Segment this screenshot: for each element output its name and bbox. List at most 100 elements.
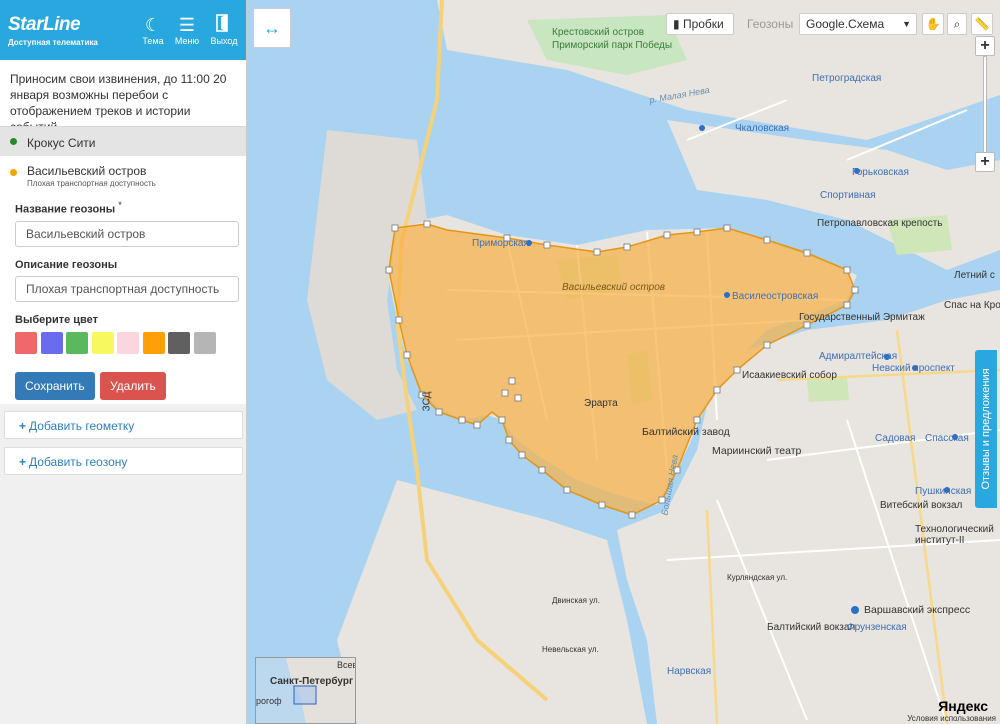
- map-label-dvinskaya: Двинская ул.: [552, 596, 600, 605]
- delete-button[interactable]: Удалить: [99, 371, 166, 400]
- map-label-tech-inst: Технологический институт-II: [915, 524, 994, 546]
- feedback-tab[interactable]: Отзывы и предложения: [975, 350, 997, 508]
- minimap-label-rogof: рогоф: [256, 696, 282, 706]
- plus-icon: +: [19, 419, 27, 433]
- map-label-baltic-plant: Балтийский завод: [642, 426, 730, 438]
- plus-icon: +: [980, 37, 990, 54]
- map-label-baltiysky: Балтийский вокзал: [767, 622, 856, 633]
- map-label-frunzenskaya: Фрунзенская: [847, 622, 907, 633]
- exit-label: Выход: [210, 36, 238, 46]
- minimap-label: Санкт-Петербург: [270, 676, 354, 687]
- geozone-edit-panel: Васильевский остров Плохая транспортная …: [0, 156, 246, 404]
- map-type-select[interactable]: Google.Схема ▼: [799, 13, 917, 35]
- starline-logo[interactable]: StarLine: [8, 14, 81, 36]
- maintenance-notice: Приносим свои извинения, до 11:00 20 янв…: [0, 60, 246, 134]
- map-label-varshavsky: Варшавский экспресс: [864, 604, 971, 616]
- zoom-in-button[interactable]: +: [975, 152, 995, 172]
- geozone-color-dot: [10, 138, 17, 145]
- map-label-spas: Спас на Крови: [944, 300, 1000, 311]
- dropdown-arrow-icon: ▼: [902, 19, 911, 29]
- map-label-nevsky: Невский проспект: [872, 363, 955, 374]
- map-label-vasilievsky: Васильевский остров: [562, 282, 665, 293]
- overview-minimap[interactable]: Санкт-Петербург Всев рогоф: [255, 657, 356, 724]
- map-label-vitebsky: Витебский вокзал: [880, 500, 963, 511]
- color-swatch-6[interactable]: [142, 331, 165, 354]
- name-field-label: Название геозоны *: [15, 200, 122, 216]
- traffic-button[interactable]: ▮ Пробки: [666, 13, 734, 35]
- map-label-chkalovskaya: Чкаловская: [735, 123, 790, 134]
- minimap-label-vsev: Всев: [337, 660, 356, 670]
- terms-link[interactable]: Условия использования: [907, 714, 996, 723]
- zoom-slider[interactable]: [983, 56, 987, 156]
- map-label-primorskaya: Приморская: [472, 238, 529, 249]
- add-geozone-button[interactable]: + Добавить геозону: [4, 447, 243, 475]
- geozone-description: Плохая транспортная доступность: [27, 179, 156, 188]
- geozone-item-crocus[interactable]: Крокус Сити: [0, 126, 246, 156]
- horizontal-arrows-icon: ↔: [263, 18, 281, 38]
- color-swatch-1[interactable]: [15, 331, 37, 354]
- map-label-hermitage: Государственный Эрмитаж: [799, 312, 925, 323]
- color-swatch-2[interactable]: [40, 331, 63, 354]
- map-label-spasskaya: Спасская: [925, 433, 969, 444]
- map-label-pushkinskaya: Пушкинская: [915, 486, 972, 497]
- expand-map-button[interactable]: ↔: [253, 8, 291, 48]
- yandex-logo: Яндекс: [938, 698, 988, 714]
- map-label-nevelskaya: Невельская ул.: [542, 645, 599, 654]
- exit-door-icon: [208, 14, 240, 36]
- traffic-light-icon: ▮: [673, 17, 680, 31]
- map-label-vasileostrovskaya: Василеостровская: [732, 291, 819, 302]
- color-swatch-8[interactable]: [193, 331, 216, 354]
- theme-button[interactable]: ☾ Тема: [137, 14, 169, 46]
- map-label-admiralteyskaya: Адмиралтейская: [819, 351, 898, 362]
- map-label-kurlyandskaya: Курляндская ул.: [727, 573, 788, 582]
- magnifier-icon: ⌕: [953, 17, 961, 31]
- save-button[interactable]: Сохранить: [15, 371, 95, 400]
- menu-label: Меню: [174, 36, 200, 46]
- color-swatch-3[interactable]: [66, 331, 88, 354]
- hand-icon: ✋: [925, 17, 941, 31]
- map-label-erarta: Эрарта: [584, 398, 618, 409]
- geozone-color-dot: [10, 169, 17, 176]
- add-geometry-button[interactable]: + Добавить геометку: [4, 411, 243, 439]
- map-label-petropavlovsk: Петропавловская крепость: [817, 218, 943, 229]
- map-label-mariinsky: Мариинский театр: [712, 445, 802, 457]
- color-swatch-7[interactable]: [168, 331, 190, 354]
- sidebar: StarLine Доступная телематика ☾ Тема ☰ М…: [0, 0, 247, 724]
- geozone-name: Крокус Сити: [27, 136, 96, 150]
- color-swatch-4[interactable]: [91, 331, 114, 354]
- map-label-krestovsky: Крестовский остров: [552, 27, 645, 38]
- theme-label: Тема: [142, 36, 164, 46]
- map-label-sportivnaya: Спортивная: [820, 190, 876, 201]
- map-label-petrogradskaya: Петроградская: [812, 73, 882, 84]
- hand-tool-button[interactable]: ✋: [922, 13, 944, 35]
- menu-button[interactable]: ☰ Меню: [171, 14, 203, 46]
- ruler-tool-button[interactable]: 📏: [971, 13, 993, 35]
- map-label-zsd: ЗСД: [421, 391, 433, 412]
- map-label-gorkovskaya: Горьковская: [852, 167, 909, 178]
- map-label-letniy: Летний с: [954, 270, 995, 281]
- moon-icon: ☾: [144, 15, 162, 35]
- color-picker-label: Выберите цвет: [15, 313, 99, 326]
- map-label-isaac: Исаакиевский собор: [742, 370, 837, 381]
- geozone-name-input[interactable]: [15, 220, 239, 247]
- geozones-toggle[interactable]: Геозоны: [740, 13, 800, 35]
- ruler-icon: 📏: [974, 17, 990, 31]
- color-swatch-5[interactable]: [117, 331, 139, 354]
- top-bar: StarLine Доступная телематика ☾ Тема ☰ М…: [0, 0, 246, 60]
- map-view[interactable]: Васильевский остров Эрарта Балтийский за…: [247, 0, 1000, 724]
- zoom-control: + +: [975, 36, 995, 176]
- geozone-name[interactable]: Васильевский остров: [0, 164, 246, 178]
- map-label-sadovaya: Садовая: [875, 433, 916, 444]
- map-label-narvskaya: Нарвская: [667, 666, 712, 677]
- magnifier-tool-button[interactable]: ⌕: [947, 13, 967, 35]
- description-field-label: Описание геозоны: [15, 258, 118, 271]
- map-label-primorsky-park: Приморский парк Победы: [552, 40, 673, 51]
- zoom-in-top-button[interactable]: +: [975, 36, 995, 56]
- geozone-description-input[interactable]: [15, 275, 239, 302]
- hamburger-icon: ☰: [178, 15, 196, 35]
- plus-icon: +: [19, 455, 27, 469]
- color-picker: [15, 331, 246, 354]
- logo-subtitle: Доступная телематика: [8, 38, 98, 47]
- exit-button[interactable]: Выход: [208, 14, 240, 46]
- plus-icon: +: [980, 153, 990, 170]
